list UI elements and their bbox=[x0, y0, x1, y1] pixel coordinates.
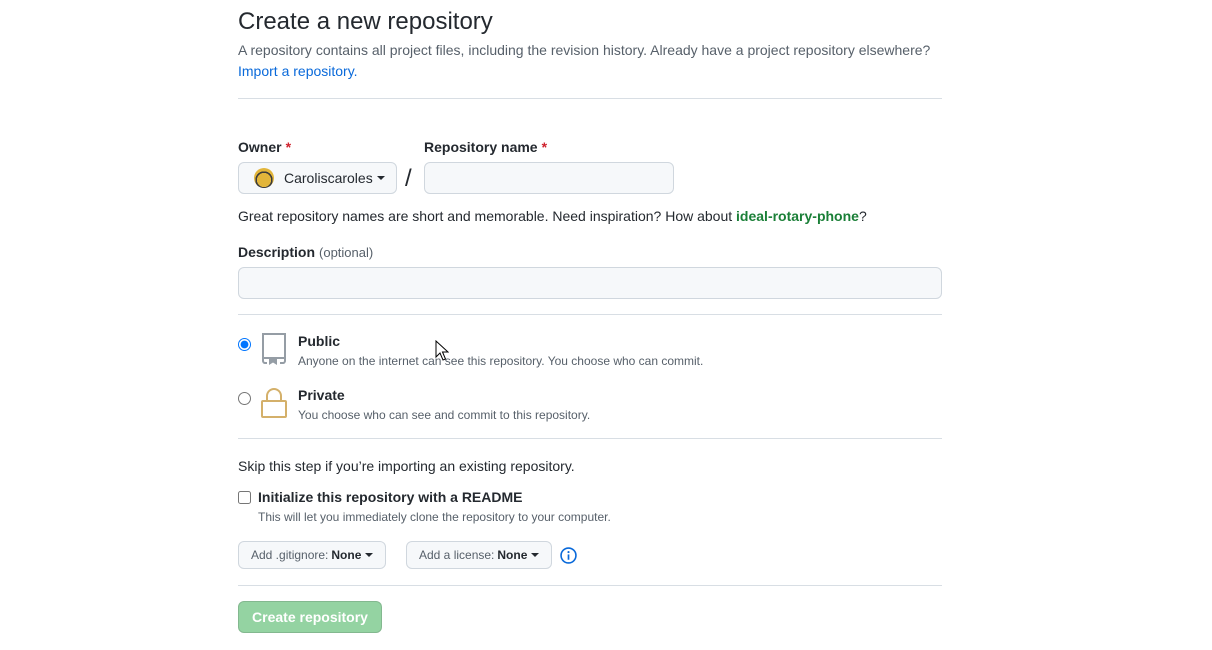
owner-dropdown[interactable]: Caroliscaroles bbox=[238, 162, 397, 194]
owner-value: Caroliscaroles bbox=[284, 170, 373, 186]
info-icon[interactable] bbox=[560, 547, 577, 569]
skip-step-text: Skip this step if you’re importing an ex… bbox=[238, 458, 575, 474]
chevron-down-icon bbox=[531, 553, 540, 557]
lock-icon bbox=[260, 387, 288, 424]
required-mark: * bbox=[285, 139, 292, 155]
description-input[interactable] bbox=[238, 267, 942, 299]
page-title: Create a new repository bbox=[238, 8, 493, 35]
public-title: Public bbox=[298, 333, 341, 349]
divider bbox=[238, 585, 942, 586]
repository-name-input[interactable] bbox=[424, 162, 674, 194]
page-subtitle: A repository contains all project files,… bbox=[238, 42, 931, 58]
divider bbox=[238, 98, 942, 99]
name-hint: Great repository names are short and mem… bbox=[238, 208, 867, 224]
mouse-cursor-icon bbox=[435, 339, 450, 367]
optional-note: (optional) bbox=[319, 245, 374, 260]
public-radio[interactable] bbox=[238, 338, 251, 351]
name-suggestion[interactable]: ideal-rotary-phone bbox=[736, 208, 859, 224]
owner-label: Owner * bbox=[238, 139, 292, 155]
chevron-down-icon bbox=[376, 176, 385, 180]
repository-name-label: Repository name * bbox=[424, 139, 548, 155]
divider bbox=[238, 314, 942, 315]
create-repository-button[interactable]: Create repository bbox=[238, 601, 382, 633]
private-title: Private bbox=[298, 387, 345, 403]
private-radio[interactable] bbox=[238, 392, 251, 405]
required-mark: * bbox=[541, 139, 548, 155]
owner-repo-separator: / bbox=[405, 165, 412, 192]
readme-checkbox[interactable] bbox=[238, 491, 251, 504]
divider bbox=[238, 438, 942, 439]
import-repository-link[interactable]: Import a repository. bbox=[238, 61, 358, 81]
public-description: Anyone on the internet can see this repo… bbox=[298, 354, 704, 368]
readme-label[interactable]: Initialize this repository with a README bbox=[258, 487, 522, 507]
license-dropdown[interactable]: Add a license: None bbox=[406, 541, 553, 569]
readme-description: This will let you immediately clone the … bbox=[258, 510, 611, 524]
user-avatar-icon bbox=[254, 168, 274, 188]
gitignore-dropdown[interactable]: Add .gitignore: None bbox=[238, 541, 387, 569]
description-label: Description (optional) bbox=[238, 244, 374, 260]
private-description: You choose who can see and commit to thi… bbox=[298, 408, 591, 422]
chevron-down-icon bbox=[365, 553, 374, 557]
repo-icon bbox=[260, 333, 288, 370]
